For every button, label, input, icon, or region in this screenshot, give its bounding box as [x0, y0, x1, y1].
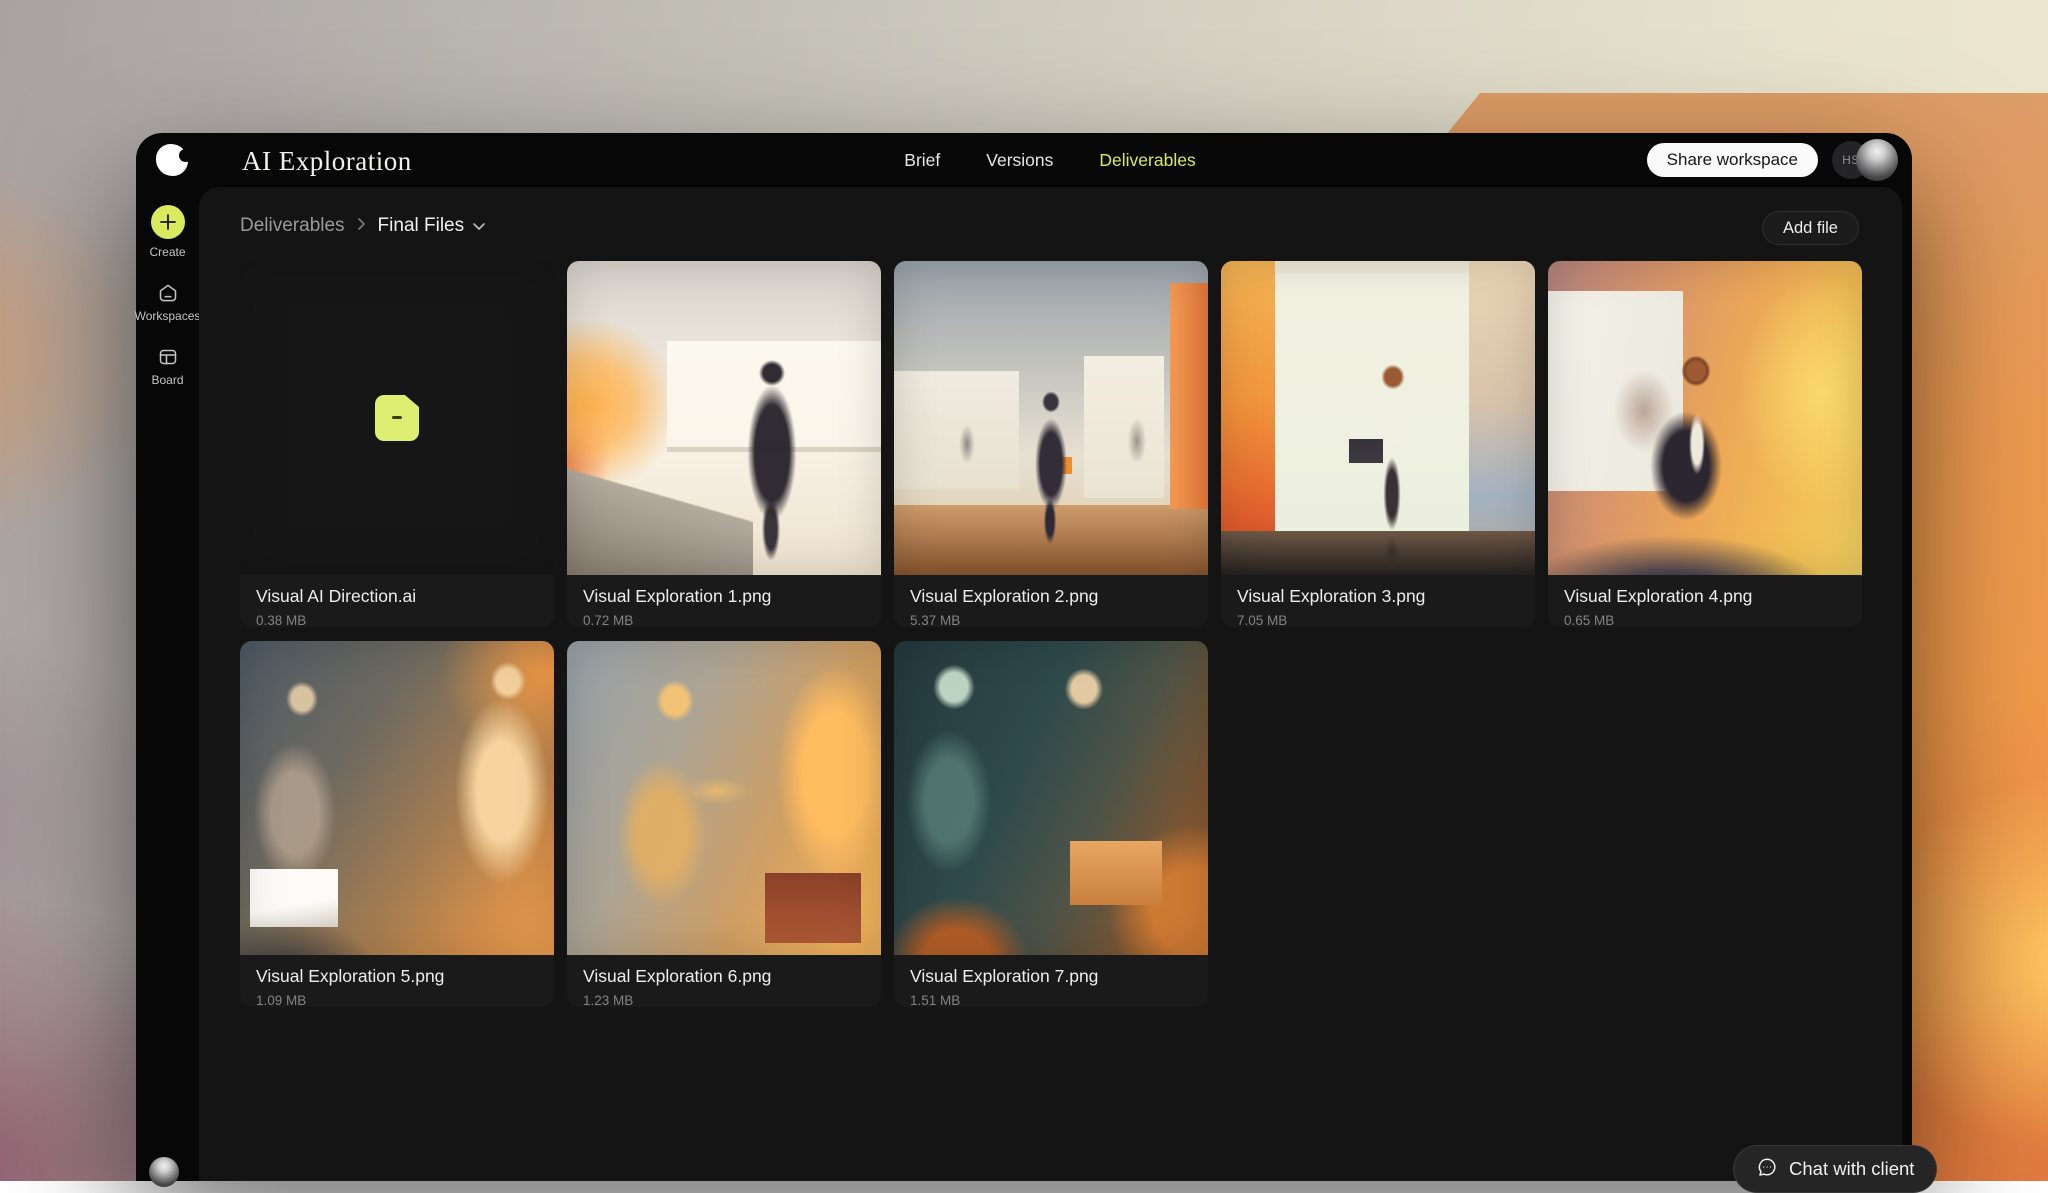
sidebar-item-workspaces[interactable]: Workspaces [135, 259, 201, 323]
file-name: Visual Exploration 1.png [583, 586, 865, 607]
file-name: Visual Exploration 6.png [583, 966, 865, 987]
tab-deliverables[interactable]: Deliverables [1099, 150, 1195, 171]
avatar[interactable] [1856, 139, 1898, 181]
file-meta: Visual Exploration 1.png 0.72 MB [567, 575, 881, 627]
file-card[interactable]: Visual AI Direction.ai 0.38 MB [240, 261, 554, 627]
sidebar-item-label: Create [149, 245, 185, 259]
file-meta: Visual Exploration 6.png 1.23 MB [567, 955, 881, 1007]
ai-file-icon [375, 395, 419, 441]
sidebar: Create Workspaces Board [136, 187, 199, 387]
titlebar-right: Share workspace HS [1647, 133, 1898, 187]
breadcrumb-current-label: Final Files [378, 215, 465, 237]
file-card[interactable]: Visual Exploration 1.png 0.72 MB [567, 261, 881, 627]
file-name: Visual Exploration 4.png [1564, 586, 1846, 607]
user-avatar[interactable] [149, 1157, 179, 1187]
file-thumbnail [567, 641, 881, 955]
file-size: 1.23 MB [583, 993, 865, 1007]
avatar-group[interactable]: HS [1832, 139, 1898, 181]
file-card[interactable]: Visual Exploration 3.png 7.05 MB [1221, 261, 1535, 627]
file-meta: Visual Exploration 4.png 0.65 MB [1548, 575, 1862, 627]
file-thumbnail [1221, 261, 1535, 575]
file-size: 7.05 MB [1237, 613, 1519, 627]
sidebar-item-board[interactable]: Board [151, 323, 183, 387]
file-size: 0.38 MB [256, 613, 538, 627]
content-panel: Deliverables Final Files Add file Visual… [199, 187, 1902, 1181]
breadcrumb: Deliverables Final Files [240, 215, 486, 237]
chat-button-label: Chat with client [1789, 1158, 1914, 1180]
file-name: Visual Exploration 5.png [256, 966, 538, 987]
sidebar-item-label: Workspaces [135, 309, 201, 323]
sidebar-item-label: Board [151, 373, 183, 387]
file-thumbnail [894, 261, 1208, 575]
file-meta: Visual AI Direction.ai 0.38 MB [240, 575, 554, 627]
breadcrumb-deliverables[interactable]: Deliverables [240, 215, 345, 237]
file-meta: Visual Exploration 7.png 1.51 MB [894, 955, 1208, 1007]
file-size: 1.51 MB [910, 993, 1192, 1007]
file-card[interactable]: Visual Exploration 7.png 1.51 MB [894, 641, 1208, 1007]
chat-with-client-button[interactable]: Chat with client [1733, 1145, 1937, 1193]
add-file-button[interactable]: Add file [1762, 211, 1859, 245]
file-size: 0.72 MB [583, 613, 865, 627]
plus-icon[interactable] [151, 205, 185, 239]
titlebar: AI Exploration Brief Versions Deliverabl… [136, 133, 1912, 187]
share-workspace-button[interactable]: Share workspace [1647, 143, 1818, 177]
top-nav-tabs: Brief Versions Deliverables [904, 133, 1195, 187]
chevron-right-icon [357, 215, 366, 237]
file-thumbnail [894, 641, 1208, 955]
file-name: Visual Exploration 7.png [910, 966, 1192, 987]
file-thumbnail [1548, 261, 1862, 575]
file-grid: Visual AI Direction.ai 0.38 MB Visual Ex… [240, 261, 1862, 1007]
app-logo-icon [156, 144, 188, 176]
file-name: Visual Exploration 3.png [1237, 586, 1519, 607]
file-thumbnail [567, 261, 881, 575]
file-thumbnail [240, 261, 554, 575]
tab-brief[interactable]: Brief [904, 150, 940, 171]
chevron-down-icon [472, 215, 486, 237]
file-card[interactable]: Visual Exploration 5.png 1.09 MB [240, 641, 554, 1007]
file-size: 0.65 MB [1564, 613, 1846, 627]
app-window: AI Exploration Brief Versions Deliverabl… [136, 133, 1912, 1181]
workspace-title: AI Exploration [242, 146, 412, 177]
file-card[interactable]: Visual Exploration 6.png 1.23 MB [567, 641, 881, 1007]
file-size: 1.09 MB [256, 993, 538, 1007]
board-icon [156, 345, 180, 369]
file-meta: Visual Exploration 2.png 5.37 MB [894, 575, 1208, 627]
chat-bubble-icon [1756, 1156, 1778, 1183]
sidebar-item-create[interactable]: Create [149, 187, 185, 259]
folder-selector[interactable]: Final Files [378, 215, 487, 237]
file-meta: Visual Exploration 5.png 1.09 MB [240, 955, 554, 1007]
file-card[interactable]: Visual Exploration 2.png 5.37 MB [894, 261, 1208, 627]
file-size: 5.37 MB [910, 613, 1192, 627]
tab-versions[interactable]: Versions [986, 150, 1053, 171]
file-card[interactable]: Visual Exploration 4.png 0.65 MB [1548, 261, 1862, 627]
file-name: Visual AI Direction.ai [256, 586, 538, 607]
file-thumbnail [240, 641, 554, 955]
home-icon [156, 281, 180, 305]
file-meta: Visual Exploration 3.png 7.05 MB [1221, 575, 1535, 627]
file-name: Visual Exploration 2.png [910, 586, 1192, 607]
